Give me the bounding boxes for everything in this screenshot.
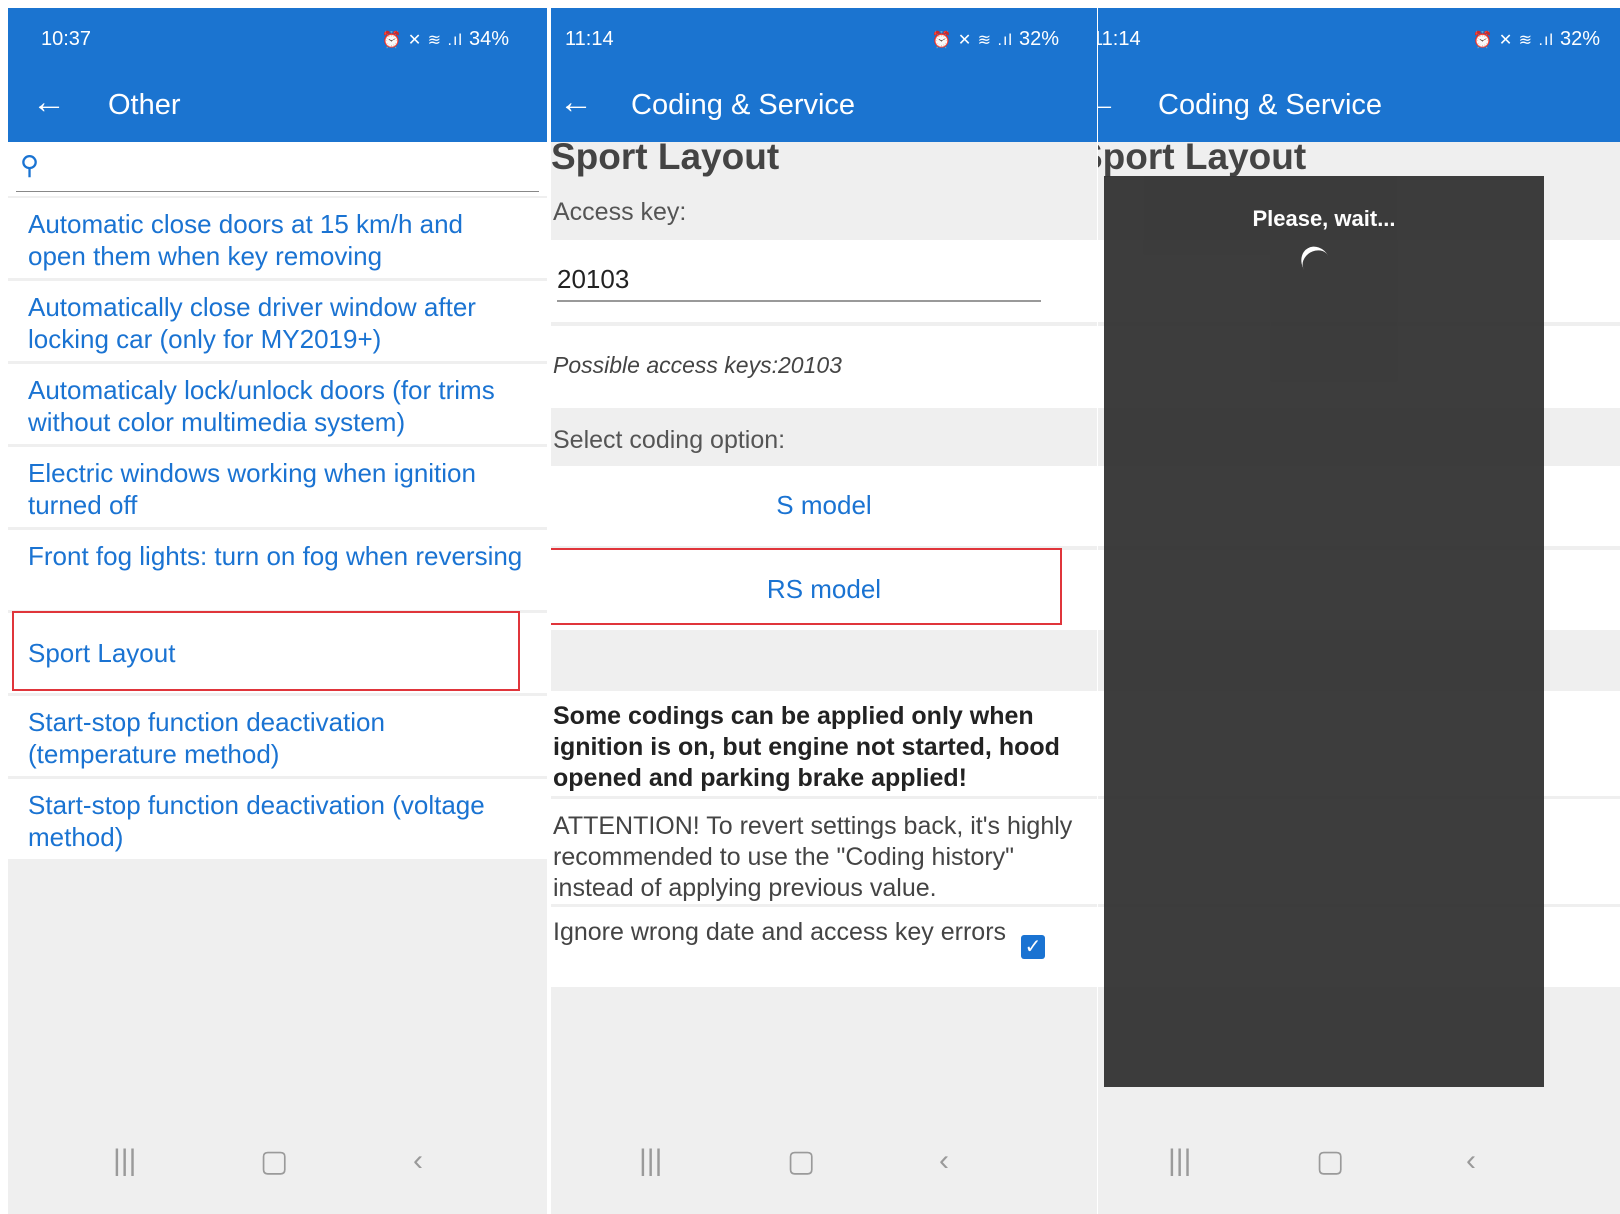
list-item[interactable]: Start-stop function deactivation (voltag… <box>8 779 547 859</box>
loading-spinner-icon <box>1295 241 1337 284</box>
battery-percent: 34% <box>468 28 509 50</box>
attention-row: ATTENTION! To revert settings back, it's… <box>551 799 1097 904</box>
back-arrow-icon[interactable]: ← <box>1098 82 1118 122</box>
section-heading: Sport Layout <box>551 136 780 177</box>
app-bar: ← Coding & Service <box>551 66 1097 142</box>
warning-row: Some codings can be applied only when ig… <box>551 691 1097 796</box>
list-item-label: Automatically close driver window after … <box>28 292 476 354</box>
nav-back-icon[interactable]: ‹ <box>413 1144 423 1178</box>
home-icon[interactable]: ▢ <box>1316 1144 1344 1179</box>
nav-bar: ||| ▢ ‹ <box>551 1118 1097 1214</box>
search-bar[interactable]: ⚲ <box>8 142 547 196</box>
status-icons: ⏰ ✕ ≋ .ıl <box>931 32 1013 49</box>
highlight-box <box>12 611 520 691</box>
status-icons: ⏰ ✕ ≋ .ıl <box>1472 32 1554 49</box>
page-title: Coding & Service <box>1158 89 1383 121</box>
nav-back-icon[interactable]: ‹ <box>939 1144 949 1178</box>
list-item-label: Front fog lights: turn on fog when rever… <box>28 541 523 571</box>
input-underline <box>557 300 1041 302</box>
app-bar: ← Other <box>8 66 547 142</box>
screen-coding: 11:14 ⏰ ✕ ≋ .ıl 32% ← Coding & Service Sp… <box>551 8 1097 1214</box>
list-item-label: Start-stop function deactivation (voltag… <box>28 790 485 852</box>
option-label: S model <box>776 490 872 520</box>
recent-apps-icon[interactable]: ||| <box>639 1144 662 1178</box>
battery-percent: 32% <box>1018 28 1059 50</box>
status-time: 11:14 <box>1098 28 1141 50</box>
list-item-label: Start-stop function deactivation (temper… <box>28 707 385 769</box>
access-key-row: 20103 <box>551 240 1097 322</box>
screen-coding-loading: 11:14 ⏰ ✕ ≋ .ıl 32% ← Coding & Service Sp… <box>1098 8 1620 1214</box>
option-s-model[interactable]: S model <box>551 466 1097 546</box>
nav-back-icon[interactable]: ‹ <box>1466 1144 1476 1178</box>
ignore-errors-label: Ignore wrong date and access key errors <box>553 918 1007 946</box>
list-item[interactable]: Front fog lights: turn on fog when rever… <box>8 530 547 610</box>
back-arrow-icon[interactable]: ← <box>32 82 66 122</box>
list-item[interactable]: Electric windows working when ignition t… <box>8 447 547 527</box>
attention-text: ATTENTION! To revert settings back, it's… <box>553 812 1073 902</box>
recent-apps-icon[interactable]: ||| <box>1168 1144 1191 1178</box>
list-item[interactable]: Automatically close driver window after … <box>8 281 547 361</box>
status-time: 11:14 <box>565 28 614 50</box>
access-key-label: Access key: <box>553 198 687 226</box>
status-time: 10:37 <box>41 28 92 50</box>
status-icons: ⏰ ✕ ≋ .ıl <box>381 32 463 49</box>
access-key-input[interactable]: 20103 <box>557 264 629 295</box>
dialog-text: Please, wait... <box>1252 206 1396 231</box>
list-item-label: Automatic close doors at 15 km/h and ope… <box>28 209 464 271</box>
page-title: Other <box>108 89 181 121</box>
select-option-label: Select coding option: <box>553 426 786 454</box>
list-item[interactable]: Automaticaly lock/unlock doors (for trim… <box>8 364 547 444</box>
nav-bar: ||| ▢ ‹ <box>8 1118 547 1214</box>
recent-apps-icon[interactable]: ||| <box>113 1144 136 1178</box>
search-underline <box>16 191 539 192</box>
screen-other: 10:37 ⏰ ✕ ≋ .ıl 34% ← Other ⚲ Automatic c… <box>8 8 547 1214</box>
home-icon[interactable]: ▢ <box>260 1144 288 1179</box>
status-bar: 10:37 ⏰ ✕ ≋ .ıl 34% <box>8 8 547 66</box>
page-title: Coding & Service <box>631 89 856 121</box>
warning-text: Some codings can be applied only when ig… <box>553 702 1060 792</box>
list-item-label: Electric windows working when ignition t… <box>28 458 476 520</box>
list-item-label: Automaticaly lock/unlock doors (for trim… <box>28 375 495 437</box>
battery-percent: 32% <box>1559 28 1600 50</box>
status-bar: 11:14 ⏰ ✕ ≋ .ıl 32% <box>551 8 1097 66</box>
search-icon: ⚲ <box>20 150 40 180</box>
checkbox-checked-icon[interactable]: ✓ <box>1021 935 1045 959</box>
highlight-box <box>551 548 1062 625</box>
loading-dialog: Please, wait... <box>1104 176 1544 1087</box>
back-arrow-icon[interactable]: ← <box>559 82 593 122</box>
ignore-errors-row[interactable]: Ignore wrong date and access key errors … <box>551 907 1097 987</box>
possible-keys-row: Possible access keys:20103 <box>551 326 1097 408</box>
nav-bar: ||| ▢ ‹ <box>1098 1118 1620 1214</box>
list-item[interactable]: Automatic close doors at 15 km/h and ope… <box>8 198 547 278</box>
home-icon[interactable]: ▢ <box>787 1144 815 1179</box>
possible-keys-text: Possible access keys:20103 <box>553 352 842 378</box>
section-heading: Sport Layout <box>1098 136 1307 177</box>
status-bar: 11:14 ⏰ ✕ ≋ .ıl 32% <box>1098 8 1620 66</box>
app-bar: ← Coding & Service <box>1098 66 1620 142</box>
list-item[interactable]: Start-stop function deactivation (temper… <box>8 696 547 776</box>
